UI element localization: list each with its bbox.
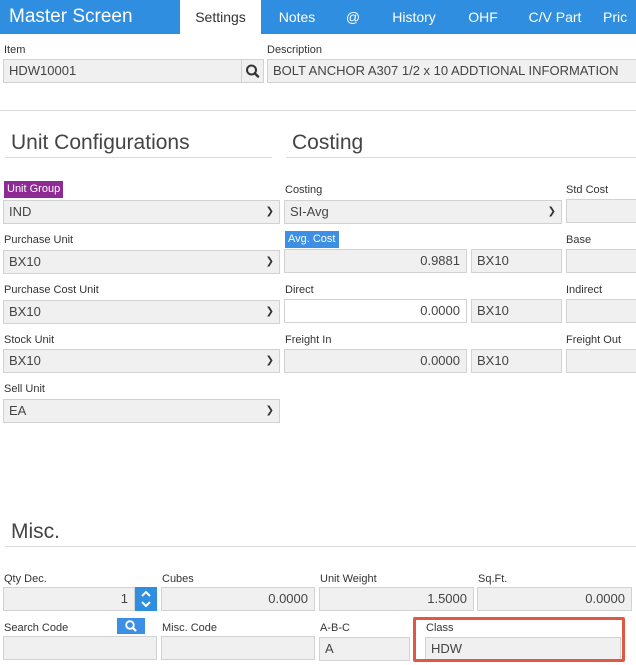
avg-cost-field[interactable]: 0.9881 [284,249,467,273]
costing-underline [286,157,636,158]
sqft-label: Sq.Ft. [478,573,508,585]
base-label: Base [566,234,592,246]
tab-notes[interactable]: Notes [265,0,329,34]
sqft-field[interactable]: 0.0000 [477,587,632,611]
stepper-arrows-icon [141,590,151,608]
stock-unit-label: Stock Unit [4,334,55,346]
abc-field[interactable]: A [319,637,410,661]
freight-out-label: Freight Out [566,334,622,346]
unit-group-label: Unit Group [4,181,64,198]
misc-title: Misc. [11,520,60,543]
tab-pricing[interactable]: Pric [603,0,636,34]
unit-config-underline [5,157,272,158]
qty-dec-stepper[interactable] [135,587,157,611]
class-highlight-box [413,617,625,662]
costing-method-select[interactable]: SI-Avg ❯ [284,200,562,224]
item-field[interactable]: HDW10001 [3,59,242,83]
item-search-button[interactable] [241,59,264,83]
item-label: Item [4,44,26,56]
qty-dec-label: Qty Dec. [4,573,47,585]
description-label: Description [267,44,323,56]
freight-out-field[interactable] [566,349,636,373]
divider [0,110,636,111]
tab-cv-part[interactable]: C/V Part [517,0,593,34]
costing-title: Costing [292,131,364,154]
app-title: Master Screen [9,6,133,27]
chevron-down-icon: ❯ [265,355,274,366]
purchase-unit-label: Purchase Unit [4,234,74,246]
stock-unit-select[interactable]: BX10 ❯ [3,349,280,373]
tab-ohf[interactable]: OHF [455,0,511,34]
costing-method-label: Costing [285,184,323,196]
direct-label: Direct [285,284,314,296]
search-code-button[interactable] [117,618,145,634]
sell-unit-select[interactable]: EA ❯ [3,399,280,423]
purchase-unit-select[interactable]: BX10 ❯ [3,250,280,274]
unit-group-select[interactable]: IND ❯ [3,200,280,224]
chevron-down-icon: ❯ [265,405,274,416]
sell-unit-label: Sell Unit [4,383,45,395]
abc-label: A-B-C [320,622,350,634]
tab-at[interactable]: @ [333,0,373,34]
description-field[interactable]: BOLT ANCHOR A307 1/2 x 10 ADDTIONAL INFO… [267,59,636,83]
cubes-field[interactable]: 0.0000 [161,587,315,611]
indirect-field[interactable] [566,299,636,323]
avg-cost-unit: BX10 [471,249,562,273]
direct-field[interactable]: 0.0000 [284,299,467,323]
std-cost-field[interactable] [566,199,636,223]
purchase-cost-unit-label: Purchase Cost Unit [4,284,99,296]
misc-underline [5,546,636,547]
cubes-label: Cubes [162,573,194,585]
direct-unit: BX10 [471,299,562,323]
tab-history[interactable]: History [379,0,449,34]
header-bar: Master Screen Settings Notes @ History O… [0,0,636,34]
qty-dec-field[interactable]: 1 [3,587,135,611]
search-code-label: Search Code [4,622,69,634]
unit-config-title: Unit Configurations [11,131,190,154]
unit-weight-label: Unit Weight [320,573,377,585]
indirect-label: Indirect [566,284,603,296]
chevron-down-icon: ❯ [265,256,274,267]
search-code-field[interactable] [3,636,157,660]
tab-settings[interactable]: Settings [180,0,261,34]
freight-in-label: Freight In [285,334,332,346]
chevron-down-icon: ❯ [265,306,274,317]
chevron-down-icon: ❯ [265,206,274,217]
search-icon [125,620,137,632]
chevron-down-icon: ❯ [547,206,556,217]
misc-code-label: Misc. Code [162,622,218,634]
unit-weight-field[interactable]: 1.5000 [319,587,474,611]
std-cost-label: Std Cost [566,184,609,196]
freight-in-field[interactable]: 0.0000 [284,349,467,373]
avg-cost-label: Avg. Cost [285,231,339,248]
freight-in-unit: BX10 [471,349,562,373]
search-icon [246,64,260,78]
purchase-cost-unit-select[interactable]: BX10 ❯ [3,300,280,324]
misc-code-field[interactable] [161,636,315,660]
base-field[interactable] [566,249,636,273]
